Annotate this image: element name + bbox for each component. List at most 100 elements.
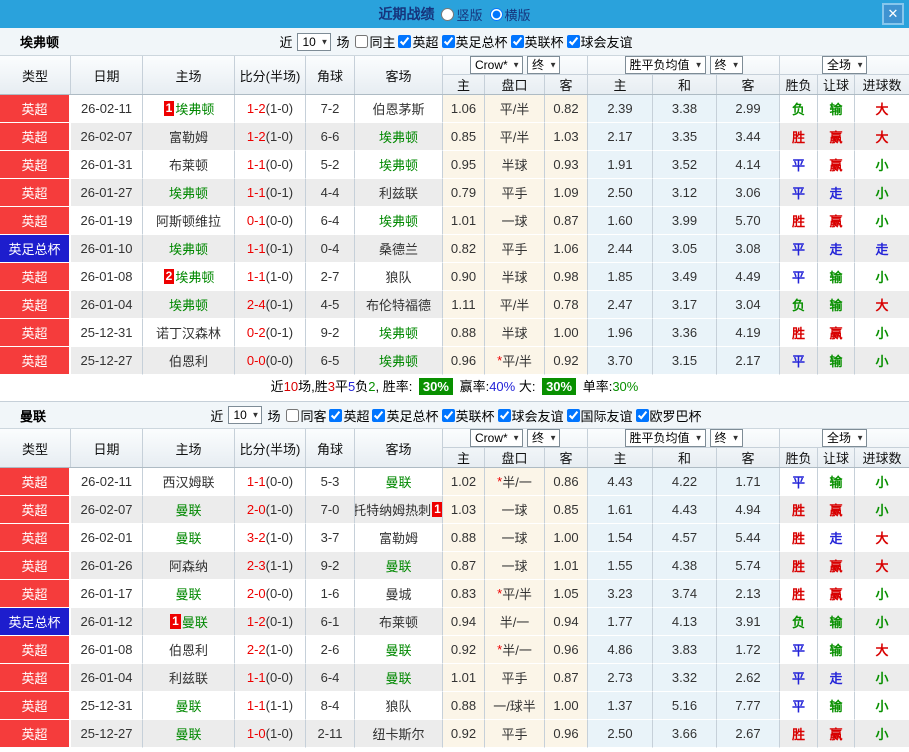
away-team-name: 利兹联: [379, 183, 418, 202]
home-team-name: 埃弗顿: [175, 99, 214, 118]
section-2-filter-checkbox-3[interactable]: [442, 409, 455, 422]
summary-text-part: 大:: [515, 379, 539, 394]
section-2-avg-odds-select[interactable]: 胜平负均值: [625, 429, 706, 447]
section-2-filter-checkbox-5[interactable]: [567, 409, 580, 422]
eu-draw-odds: 4.22: [653, 468, 717, 496]
home-team-name: 埃弗顿: [169, 239, 208, 258]
score-cell: 2-2(1-0): [235, 636, 306, 664]
result-text: 小: [875, 155, 888, 174]
result-text: 赢: [829, 127, 842, 146]
eu-home-odds: 3.70: [588, 347, 653, 375]
halftime-score: (0-1): [266, 614, 293, 629]
eu-draw-odds: 3.83: [653, 636, 717, 664]
match-row: 英超26-01-04埃弗顿2-4(0-1)4-5布伦特福德1.11平/半0.78…: [0, 291, 909, 319]
result-handicap-cell: 赢: [818, 720, 855, 748]
section-1-filter-英联杯[interactable]: 英联杯: [511, 32, 564, 51]
result-text: 赢: [829, 500, 842, 519]
ah-home-odds: 1.02: [443, 468, 485, 496]
vertical-radio[interactable]: [441, 8, 454, 21]
section-2-avg-odds-select-wrap: 胜平负均值: [625, 429, 706, 447]
section-2-filter-英联杯[interactable]: 英联杯: [442, 406, 495, 425]
result-text: 小: [875, 500, 888, 519]
section-2-filter-checkbox-4[interactable]: [498, 409, 511, 422]
layout-radio-horizontal[interactable]: 横版: [490, 5, 531, 24]
eu-away-odds: 5.44: [717, 524, 780, 552]
close-button[interactable]: ✕: [882, 3, 904, 25]
eu-home-odds: 2.73: [588, 664, 653, 692]
away-cell: 利兹联: [355, 179, 443, 207]
section-1-filter-英足总杯[interactable]: 英足总杯: [442, 32, 508, 51]
section-2-bookmaker-select[interactable]: Crow*: [470, 429, 523, 447]
date-cell: 26-02-11: [71, 468, 143, 496]
result-outcome-cell: 胜: [780, 207, 818, 235]
section-1-games-count-select[interactable]: 10: [297, 33, 331, 51]
away-cell: 桑德兰: [355, 235, 443, 263]
section-2-filter-checkbox-0[interactable]: [286, 409, 299, 422]
section-2-filter-国际友谊[interactable]: 国际友谊: [567, 406, 633, 425]
section-1-filter-checkbox-4[interactable]: [567, 35, 580, 48]
result-outcome-cell: 胜: [780, 552, 818, 580]
competition-cell: 英超: [0, 291, 71, 319]
eu-home-odds: 1.54: [588, 524, 653, 552]
section-1-filter-同主[interactable]: 同主: [355, 32, 395, 51]
competition-cell: 英超: [0, 179, 71, 207]
section-1-subcolumn-header-0: 主: [443, 75, 485, 94]
layout-radio-vertical[interactable]: 竖版: [441, 5, 482, 24]
section-2-subcolumn-header-0: 主: [443, 448, 485, 467]
ah-away-odds: 0.96: [545, 720, 588, 748]
match-row: 英超25-12-31诺丁汉森林0-2(0-1)9-2埃弗顿0.88半球1.001…: [0, 319, 909, 347]
result-text: 输: [829, 295, 842, 314]
section-2-column-header-5: 客场: [355, 429, 443, 467]
away-team-name: 曼城: [385, 584, 411, 603]
competition-cell: 英足总杯: [0, 608, 71, 636]
halftime-score: (0-1): [266, 185, 293, 200]
result-outcome-cell: 负: [780, 608, 818, 636]
score-cell: 0-1(0-0): [235, 207, 306, 235]
fulltime-score: 1-1: [247, 241, 266, 256]
competition-cell: 英超: [0, 496, 71, 524]
section-1-avg-odds-select[interactable]: 胜平负均值: [625, 56, 706, 74]
section-1-fulltime-select[interactable]: 全场: [822, 56, 867, 74]
ah-away-odds: 1.00: [545, 692, 588, 720]
section-1-filter-球会友谊[interactable]: 球会友谊: [567, 32, 633, 51]
section-2-final-select-2[interactable]: 终: [710, 429, 743, 447]
ah-line-text: 一球: [501, 500, 527, 519]
section-1-filter-checkbox-3[interactable]: [511, 35, 524, 48]
section-2-filter-球会友谊[interactable]: 球会友谊: [498, 406, 564, 425]
section-2-filter-英超[interactable]: 英超: [329, 406, 369, 425]
result-handicap-cell: 赢: [818, 319, 855, 347]
section-2-filter-checkbox-6[interactable]: [636, 409, 649, 422]
section-2-fulltime-select[interactable]: 全场: [822, 429, 867, 447]
section-1-final-select-2[interactable]: 终: [710, 56, 743, 74]
section-1-final-select-1[interactable]: 终: [527, 56, 560, 74]
section-1-filter-英超[interactable]: 英超: [398, 32, 438, 51]
score-cell: 2-0(1-0): [235, 496, 306, 524]
fulltime-score: 2-3: [247, 558, 266, 573]
section-2-filter-欧罗巴杯[interactable]: 欧罗巴杯: [636, 406, 702, 425]
section-2-filter-英足总杯[interactable]: 英足总杯: [372, 406, 438, 425]
section-1-filter-checkbox-2[interactable]: [442, 35, 455, 48]
result-handicap-cell: 赢: [818, 123, 855, 151]
section-1-bookmaker-select[interactable]: Crow*: [470, 56, 523, 74]
ah-line-text: 半/一: [502, 472, 532, 491]
section-2-filter-checkbox-2[interactable]: [372, 409, 385, 422]
horizontal-radio[interactable]: [490, 8, 503, 21]
corners-cell: 4-5: [306, 291, 355, 319]
home-cell: 曼联: [143, 524, 235, 552]
ah-away-odds: 0.78: [545, 291, 588, 319]
summary-rate-badge: 30%: [542, 378, 576, 395]
section-1-filter-checkbox-0[interactable]: [355, 35, 368, 48]
corners-cell: 7-2: [306, 95, 355, 123]
section-2-filter-checkbox-1[interactable]: [329, 409, 342, 422]
result-handicap-cell: 输: [818, 636, 855, 664]
section-2-final-select-1[interactable]: 终: [527, 429, 560, 447]
eu-away-odds: 3.91: [717, 608, 780, 636]
section-2-games-count-select[interactable]: 10: [228, 406, 262, 424]
ah-away-odds: 0.98: [545, 263, 588, 291]
result-text: 胜: [792, 724, 805, 743]
home-team-name: 阿森纳: [169, 556, 208, 575]
section-1-filter-checkbox-1[interactable]: [398, 35, 411, 48]
section-2-table-header: 类型日期主场比分(半场)角球客场Crow*终胜平负均值终全场主盘口客主和客胜负让…: [0, 429, 909, 468]
section-2-filter-同客[interactable]: 同客: [286, 406, 326, 425]
section-2-subcolumn-header-7: 让球: [818, 448, 855, 467]
